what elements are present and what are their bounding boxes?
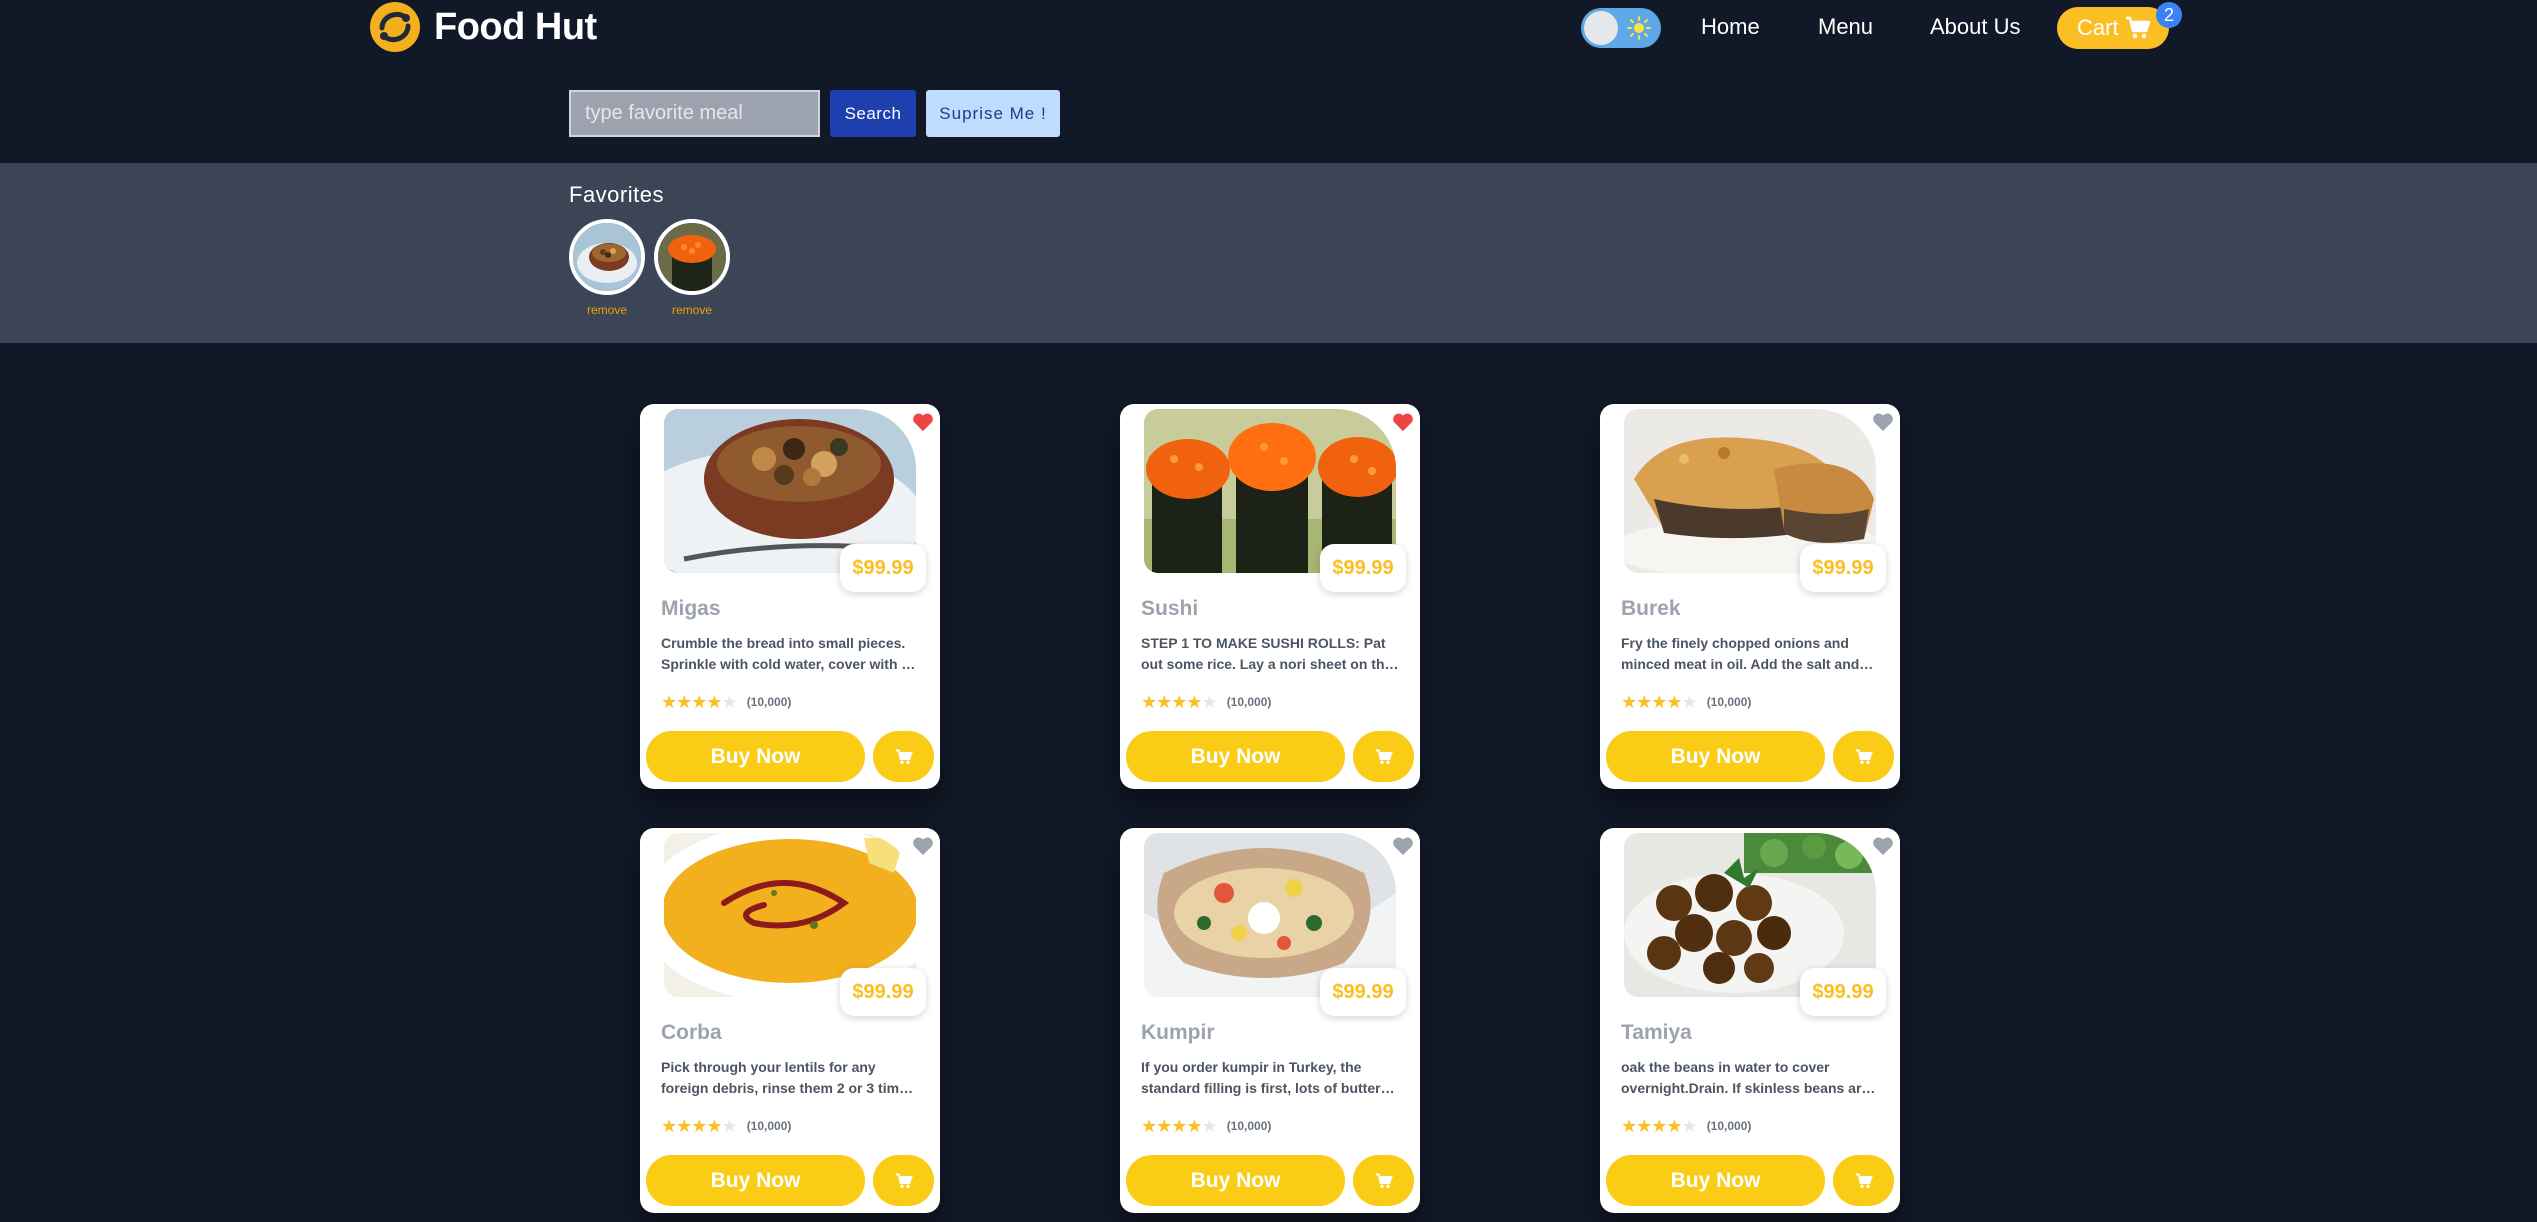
rating-stars-icon: ★★★★★ bbox=[1621, 692, 1698, 712]
meal-rating: ★★★★★ (10,000) bbox=[1141, 1116, 1271, 1136]
meal-rating: ★★★★★ (10,000) bbox=[661, 1116, 791, 1136]
review-count: (10,000) bbox=[1226, 1119, 1272, 1133]
buy-now-button[interactable]: Buy Now bbox=[1606, 1155, 1825, 1206]
meal-card: $99.99 Corba Pick through your lentils f… bbox=[640, 828, 940, 1213]
favorite-heart-icon[interactable] bbox=[912, 836, 934, 856]
rating-stars-icon: ★★★★★ bbox=[1141, 692, 1218, 712]
favorite-heart-icon[interactable] bbox=[1392, 836, 1414, 856]
rating-stars-icon: ★★★★★ bbox=[661, 692, 738, 712]
rating-stars-icon: ★★★★★ bbox=[1141, 1116, 1218, 1136]
meal-price: $99.99 bbox=[1800, 968, 1886, 1016]
meal-card: $99.99 Sushi STEP 1 TO MAKE SUSHI ROLLS:… bbox=[1120, 404, 1420, 789]
favorites-section: Favorites remove remove bbox=[0, 163, 2537, 343]
meal-card: $99.99 Migas Crumble the bread into smal… bbox=[640, 404, 940, 789]
buy-now-button[interactable]: Buy Now bbox=[646, 731, 865, 782]
cart-icon bbox=[2125, 16, 2150, 39]
favorite-heart-icon[interactable] bbox=[1872, 412, 1894, 432]
meal-rating: ★★★★★ (10,000) bbox=[1621, 692, 1751, 712]
meal-price: $99.99 bbox=[1800, 544, 1886, 592]
meal-name: Corba bbox=[661, 1021, 722, 1044]
cart-icon bbox=[1855, 748, 1873, 764]
search-input[interactable] bbox=[569, 90, 820, 137]
food-hut-logo-icon bbox=[370, 2, 420, 52]
meal-description: If you order kumpir in Turkey, the stand… bbox=[1141, 1059, 1381, 1096]
meal-price: $99.99 bbox=[1320, 544, 1406, 592]
buy-now-button[interactable]: Buy Now bbox=[1126, 1155, 1345, 1206]
meal-description: STEP 1 TO MAKE SUSHI ROLLS: Pat out some… bbox=[1141, 635, 1393, 672]
toggle-knob bbox=[1584, 11, 1618, 45]
buy-now-button[interactable]: Buy Now bbox=[1606, 731, 1825, 782]
meal-name: Tamiya bbox=[1621, 1021, 1692, 1044]
favorite-heart-icon[interactable] bbox=[1872, 836, 1894, 856]
meal-card: $99.99 Tamiya oak the beans in water to … bbox=[1600, 828, 1900, 1213]
meal-price: $99.99 bbox=[840, 544, 926, 592]
cart-button[interactable]: Cart bbox=[2057, 7, 2169, 49]
meal-rating: ★★★★★ (10,000) bbox=[1621, 1116, 1751, 1136]
theme-toggle[interactable] bbox=[1581, 8, 1661, 48]
favorite-remove-link[interactable]: remove bbox=[654, 303, 730, 317]
meal-card: $99.99 Burek Fry the finely chopped onio… bbox=[1600, 404, 1900, 789]
cart-count-badge: 2 bbox=[2156, 2, 2182, 28]
meal-rating: ★★★★★ (10,000) bbox=[1141, 692, 1271, 712]
cart-label: Cart bbox=[2077, 15, 2119, 40]
buy-now-button[interactable]: Buy Now bbox=[646, 1155, 865, 1206]
favorite-item[interactable]: remove bbox=[569, 219, 645, 317]
review-count: (10,000) bbox=[1706, 1119, 1752, 1133]
meal-price: $99.99 bbox=[840, 968, 926, 1016]
cart-icon bbox=[1855, 1172, 1873, 1188]
meal-rating: ★★★★★ (10,000) bbox=[661, 692, 791, 712]
meal-card: $99.99 Kumpir If you order kumpir in Tur… bbox=[1120, 828, 1420, 1213]
meal-description: Pick through your lentils for any foreig… bbox=[661, 1059, 919, 1096]
meal-price: $99.99 bbox=[1320, 968, 1406, 1016]
favorite-sushi-image[interactable] bbox=[654, 219, 730, 295]
buy-now-button[interactable]: Buy Now bbox=[1126, 731, 1345, 782]
cart-icon bbox=[1375, 1172, 1393, 1188]
review-count: (10,000) bbox=[746, 695, 792, 709]
favorite-item[interactable]: remove bbox=[654, 219, 730, 317]
add-to-cart-button[interactable] bbox=[1353, 1155, 1414, 1206]
brand-logo[interactable]: Food Hut bbox=[370, 2, 597, 52]
search-button[interactable]: Search bbox=[830, 90, 916, 137]
meal-name: Sushi bbox=[1141, 597, 1199, 620]
meal-description: Crumble the bread into small pieces. Spr… bbox=[661, 635, 910, 672]
sun-icon bbox=[1627, 16, 1651, 40]
add-to-cart-button[interactable] bbox=[1833, 731, 1894, 782]
add-to-cart-button[interactable] bbox=[873, 731, 934, 782]
cart-icon bbox=[895, 748, 913, 764]
favorite-migas-image[interactable] bbox=[569, 219, 645, 295]
favorite-remove-link[interactable]: remove bbox=[569, 303, 645, 317]
favorite-heart-icon[interactable] bbox=[1392, 412, 1414, 432]
meal-name: Burek bbox=[1621, 597, 1681, 620]
surprise-me-button[interactable]: Suprise Me ! bbox=[926, 90, 1060, 137]
favorites-title: Favorites bbox=[569, 182, 664, 207]
review-count: (10,000) bbox=[1226, 695, 1272, 709]
meal-name: Migas bbox=[661, 597, 721, 620]
cart-icon bbox=[1375, 748, 1393, 764]
nav-link-menu[interactable]: Menu bbox=[1818, 14, 1873, 40]
meal-description: oak the beans in water to cover overnigh… bbox=[1621, 1059, 1870, 1096]
add-to-cart-button[interactable] bbox=[1833, 1155, 1894, 1206]
meal-name: Kumpir bbox=[1141, 1021, 1215, 1044]
cart-icon bbox=[895, 1172, 913, 1188]
nav-link-home[interactable]: Home bbox=[1701, 14, 1760, 40]
add-to-cart-button[interactable] bbox=[1353, 731, 1414, 782]
favorite-heart-icon[interactable] bbox=[912, 412, 934, 432]
review-count: (10,000) bbox=[746, 1119, 792, 1133]
rating-stars-icon: ★★★★★ bbox=[1621, 1116, 1698, 1136]
meal-description: Fry the finely chopped onions and minced… bbox=[1621, 635, 1860, 672]
add-to-cart-button[interactable] bbox=[873, 1155, 934, 1206]
rating-stars-icon: ★★★★★ bbox=[661, 1116, 738, 1136]
top-navbar: Food Hut Home Menu About Us Cart 2 bbox=[0, 0, 2537, 56]
nav-link-about-us[interactable]: About Us bbox=[1930, 14, 2021, 40]
review-count: (10,000) bbox=[1706, 695, 1752, 709]
brand-name: Food Hut bbox=[434, 5, 597, 48]
